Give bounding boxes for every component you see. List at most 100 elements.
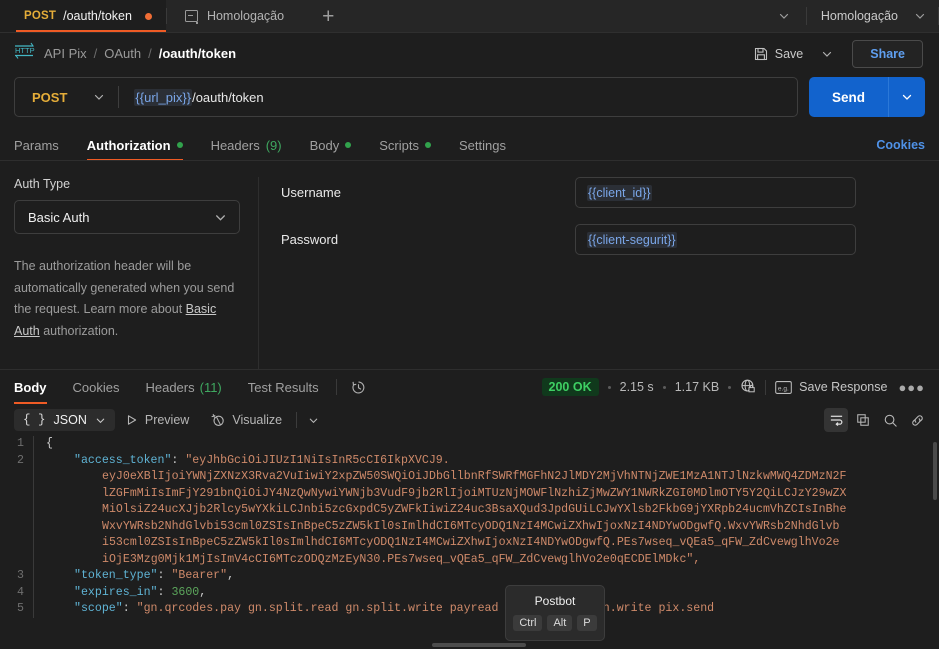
request-tab-oauth-token[interactable]: POST /oauth/token: [0, 0, 166, 32]
json-comma-3: ,: [199, 585, 207, 599]
response-format-value: JSON: [53, 413, 87, 427]
save-button[interactable]: Save: [745, 42, 813, 66]
request-tab-title: /oauth/token: [63, 9, 132, 23]
password-row: Password {{client-segurit}}: [281, 224, 925, 255]
breadcrumb-item-folder[interactable]: OAuth: [104, 46, 141, 61]
auth-help-after: authorization.: [39, 323, 119, 338]
tab-params-label: Params: [14, 137, 59, 153]
tab-authorization-label: Authorization: [86, 137, 171, 153]
preview-button[interactable]: Preview: [115, 409, 200, 431]
response-more-options-button[interactable]: ●●●: [896, 380, 925, 395]
tab-settings-label: Settings: [458, 137, 506, 153]
unsaved-dot-icon: [144, 12, 152, 20]
tab-authorization[interactable]: Authorization: [73, 129, 197, 161]
response-body-json[interactable]: 1 2 3 4 5 {"access_token": "eyJhbGciOiJI…: [0, 436, 939, 649]
json-value-access-token-seg-4: WxvYWRsb2NhdGlvbi53cml0ZSIsInBpeC5zZW5kI…: [102, 519, 840, 533]
link-icon: [911, 414, 923, 426]
network-lock-icon[interactable]: [740, 378, 756, 397]
breadcrumb-separator-1: /: [93, 46, 98, 61]
response-toolbar: { } JSON Preview Visualize: [0, 404, 939, 436]
save-response-button[interactable]: e.g. Save Response: [775, 380, 887, 394]
environment-selector[interactable]: Homologação: [807, 0, 938, 32]
request-tab-method: POST: [24, 10, 57, 22]
scrollbar-thumb[interactable]: [431, 643, 526, 647]
search-button[interactable]: [878, 408, 902, 432]
json-value-access-token-seg-2: lZGFmMiIsImFjY291bnQiOiJY4NzQwNywiYWNjb3…: [102, 486, 847, 500]
password-field[interactable]: {{client-segurit}}: [575, 224, 856, 255]
line-number-blank: [0, 535, 24, 552]
breadcrumb-item-collection[interactable]: API Pix: [44, 46, 87, 61]
url-path: /oauth/token: [192, 89, 264, 105]
json-key-expires-in: "expires_in": [74, 585, 158, 599]
auth-type-select[interactable]: Basic Auth: [14, 200, 240, 234]
response-toolbar-actions: [824, 408, 929, 432]
save-options-chevron-down-icon[interactable]: [812, 42, 842, 66]
auth-type-column: Auth Type Basic Auth The authorization h…: [14, 177, 258, 369]
response-header: Body Cookies Headers (11) Test Results 2…: [0, 370, 939, 404]
tab-list-chevron-down-icon[interactable]: [762, 0, 806, 32]
tab-body[interactable]: Body: [296, 129, 366, 161]
preview-label: Preview: [144, 413, 190, 427]
code-vertical-scrollbar[interactable]: [933, 442, 937, 500]
code-horizontal-scrollbar[interactable]: [0, 642, 939, 649]
response-tab-headers[interactable]: Headers (11): [132, 370, 234, 404]
response-history-button[interactable]: [341, 380, 376, 395]
http-icon: HTTP: [14, 42, 36, 65]
save-icon: [754, 47, 767, 60]
copy-button[interactable]: [851, 408, 875, 432]
http-method-selector[interactable]: POST: [15, 78, 118, 116]
authorization-pane: Auth Type Basic Auth The authorization h…: [0, 161, 939, 369]
svg-text:HTTP: HTTP: [15, 46, 35, 55]
tab-strip-left: POST /oauth/token Homologação +: [0, 0, 762, 32]
response-format-selector[interactable]: { } JSON: [14, 409, 115, 431]
response-header-divider: [335, 379, 337, 395]
share-button[interactable]: Share: [852, 39, 923, 68]
new-tab-button[interactable]: +: [302, 0, 354, 32]
postman-window: POST /oauth/token Homologação + Homologa…: [0, 0, 939, 649]
cookies-link[interactable]: Cookies: [876, 138, 925, 152]
meta-dot-1: [607, 385, 611, 389]
environment-tab-label: Homologação: [206, 9, 285, 23]
tab-headers[interactable]: Headers (9): [197, 129, 296, 161]
postbot-key-ctrl: Ctrl: [513, 615, 543, 631]
environment-tab[interactable]: Homologação: [166, 0, 303, 32]
response-tab-test-results[interactable]: Test Results: [235, 370, 332, 404]
link-button[interactable]: [905, 408, 929, 432]
toolbar-divider: [296, 412, 298, 428]
tab-headers-count: (9): [265, 137, 282, 153]
postbot-title: Postbot: [534, 594, 576, 608]
json-colon: :: [171, 453, 179, 467]
environment-icon: [184, 10, 199, 24]
json-key-token-type: "token_type": [74, 569, 158, 582]
json-colon-4: :: [122, 602, 130, 615]
send-options-chevron-down-icon[interactable]: [888, 77, 925, 117]
tab-settings[interactable]: Settings: [445, 129, 520, 161]
response-tab-cookies[interactable]: Cookies: [60, 370, 133, 404]
json-key-scope: "scope": [74, 602, 123, 615]
meta-dot-2: [662, 385, 666, 389]
json-colon-2: :: [157, 569, 165, 582]
visualize-options-chevron-down-icon[interactable]: [300, 415, 327, 426]
response-meta-divider: [765, 379, 767, 395]
tab-params[interactable]: Params: [14, 129, 73, 161]
json-value-access-token-seg-1: eyJ0eXBlIjoiYWNjZXNzX3Rva2VuIiwiY2xpZW50…: [102, 470, 847, 483]
tab-authorization-status-dot-icon: [176, 142, 183, 148]
response-tab-body[interactable]: Body: [14, 370, 60, 404]
breadcrumb-actions: Save Share: [745, 39, 923, 68]
word-wrap-button[interactable]: [824, 408, 848, 432]
line-number: 4: [17, 585, 24, 599]
username-field[interactable]: {{client_id}}: [575, 177, 856, 208]
send-button[interactable]: Send: [808, 77, 888, 117]
auth-help-text: The authorization header will be automat…: [14, 256, 240, 342]
breadcrumb-separator-2: /: [148, 46, 152, 61]
visualize-button[interactable]: Visualize: [200, 409, 293, 431]
response-tab-test-results-label: Test Results: [247, 379, 319, 395]
save-response-icon: e.g.: [775, 380, 792, 394]
response-tab-body-label: Body: [14, 379, 47, 395]
username-row: Username {{client_id}}: [281, 177, 925, 208]
tab-scripts[interactable]: Scripts: [365, 129, 445, 161]
tab-scripts-label: Scripts: [379, 137, 419, 153]
url-input[interactable]: {{url_pix}}/oauth/token: [119, 88, 264, 106]
json-value-access-token-seg-6: iOjE3Mzg0Mjk1MjIsImV4cCI6MTczODQzMzEyN30…: [102, 552, 701, 566]
environment-selector-value: Homologação: [820, 9, 898, 23]
